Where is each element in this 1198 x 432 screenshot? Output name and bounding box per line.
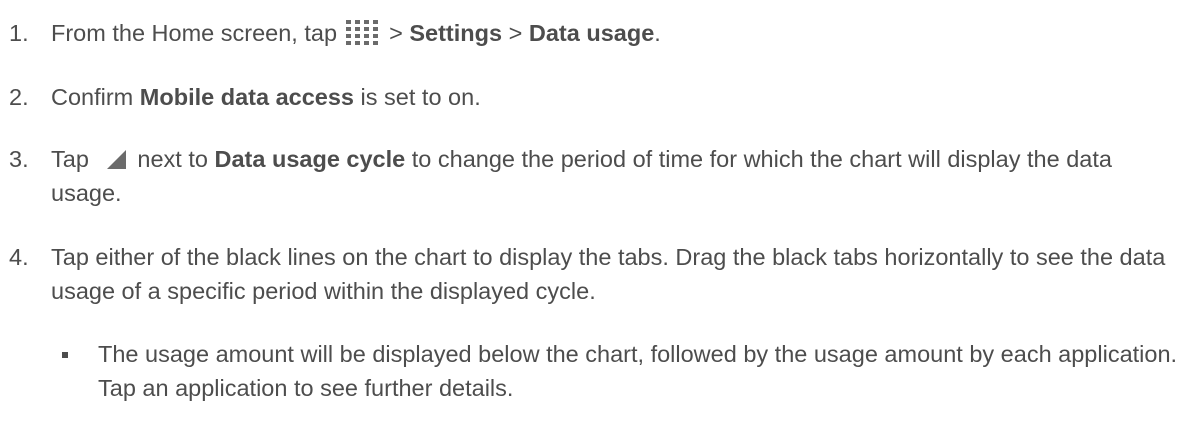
- data-usage-label: Data usage: [528, 20, 655, 46]
- step-number: 2.: [9, 84, 29, 110]
- step-text: From the Home screen, tap: [51, 20, 344, 46]
- bullet-note: The usage amount will be displayed below…: [9, 337, 1189, 405]
- mobile-data-access-label: Mobile data access: [139, 84, 355, 110]
- step-text: Tap: [51, 146, 96, 172]
- data-usage-cycle-label: Data usage cycle: [214, 146, 406, 172]
- bullet-square-icon: [62, 352, 68, 358]
- step-number: 3.: [9, 146, 29, 172]
- step-1: 1. From the Home screen, tap > Settings …: [9, 16, 661, 50]
- step-4: 4. Tap either of the black lines on the …: [9, 240, 1189, 308]
- step-text: >: [502, 20, 529, 46]
- step-text: Tap either of the black lines on the cha…: [51, 244, 1166, 304]
- dropdown-triangle-icon: [105, 145, 127, 169]
- step-number: 4.: [9, 244, 29, 270]
- step-text: Confirm: [51, 84, 140, 110]
- step-2: 2. Confirm Mobile data access is set to …: [9, 80, 481, 114]
- step-text: .: [654, 20, 661, 46]
- step-3: 3. Tap next to Data usage cycle to chang…: [9, 142, 1189, 210]
- settings-label: Settings: [409, 20, 503, 46]
- step-text: next to: [137, 146, 215, 172]
- bullet-text: The usage amount will be displayed below…: [98, 341, 1178, 401]
- step-number: 1.: [9, 20, 29, 46]
- step-text: is set to on.: [354, 84, 481, 110]
- step-text: >: [382, 20, 410, 46]
- apps-grid-icon: [345, 19, 381, 45]
